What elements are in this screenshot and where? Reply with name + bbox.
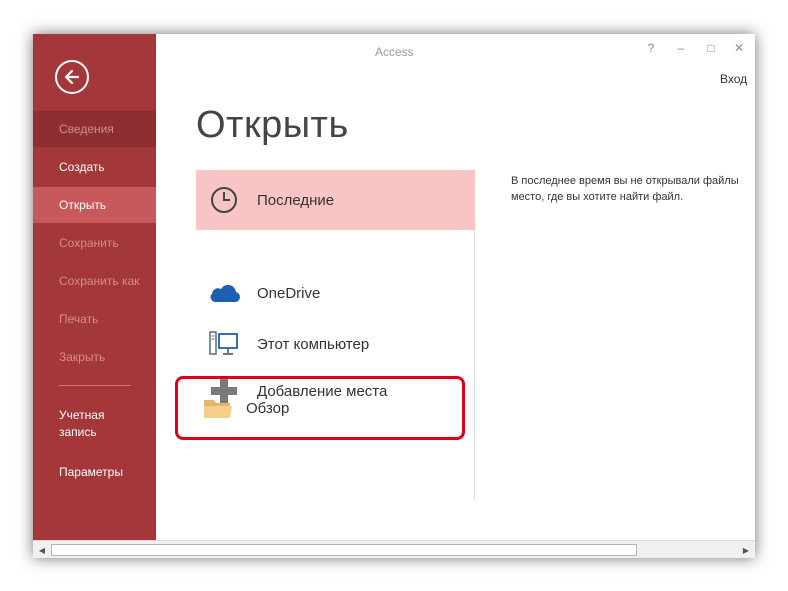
sidebar-item-new[interactable]: Создать (33, 149, 156, 185)
computer-icon (206, 326, 242, 362)
back-arrow-icon (64, 69, 80, 85)
sidebar-item-account[interactable]: Учетная запись (33, 404, 156, 444)
place-label: Этот компьютер (257, 335, 370, 353)
app-title: Access (375, 45, 414, 59)
onedrive-cloud-icon (206, 275, 242, 311)
back-button[interactable] (55, 60, 89, 94)
place-label: Обзор (246, 399, 290, 417)
maximize-button[interactable]: □ (703, 40, 719, 56)
scrollbar-thumb[interactable] (51, 544, 637, 556)
place-label: OneDrive (257, 284, 321, 302)
sidebar-item-save-as: Сохранить как (33, 263, 156, 299)
sidebar-item-label: Параметры (59, 465, 123, 479)
scroll-right-arrow-icon[interactable]: ▶ (740, 544, 752, 556)
scroll-left-arrow-icon[interactable]: ◀ (36, 544, 48, 556)
sidebar-item-label: Сведения (59, 122, 114, 136)
clock-icon (206, 182, 242, 218)
folder-icon (200, 390, 236, 426)
sidebar-item-open[interactable]: Открыть (33, 187, 156, 223)
place-browse[interactable]: Обзор (175, 376, 465, 440)
backstage-sidebar: Сведения Создать Открыть Сохранить Сохра… (33, 34, 156, 540)
sidebar-item-label: Сохранить (59, 236, 119, 250)
signin-link[interactable]: Вход (720, 72, 747, 86)
place-label: Последние (257, 191, 335, 209)
horizontal-scrollbar[interactable]: ◀ ▶ (33, 540, 755, 558)
place-recent[interactable]: Последние (196, 170, 475, 230)
minimize-button[interactable]: – (673, 40, 689, 56)
recent-empty-message: В последнее время вы не открывали файлы … (511, 175, 739, 203)
help-button[interactable]: ? (643, 40, 659, 56)
places-list: Последние OneDrive Этот компьютер Добавл… (196, 170, 475, 500)
sidebar-divider (59, 385, 131, 386)
close-button[interactable]: ✕ (731, 40, 747, 56)
access-window: Сведения Создать Открыть Сохранить Сохра… (33, 34, 755, 558)
sidebar-item-label: Сохранить как (59, 274, 140, 288)
sidebar-item-label: Учетная запись (59, 408, 105, 439)
sidebar-item-label: Печать (59, 312, 99, 326)
sidebar-item-save: Сохранить (33, 225, 156, 261)
sidebar-item-print: Печать (33, 301, 156, 337)
sidebar-item-options[interactable]: Параметры (33, 454, 156, 490)
sidebar-item-label: Закрыть (59, 350, 106, 364)
place-onedrive[interactable]: OneDrive (196, 264, 475, 322)
sidebar-item-label: Открыть (59, 198, 107, 212)
sidebar-item-label: Создать (59, 160, 105, 174)
page-title: Открыть (196, 104, 349, 146)
sidebar-item-info[interactable]: Сведения (33, 111, 156, 147)
sidebar-item-close: Закрыть (33, 339, 156, 375)
